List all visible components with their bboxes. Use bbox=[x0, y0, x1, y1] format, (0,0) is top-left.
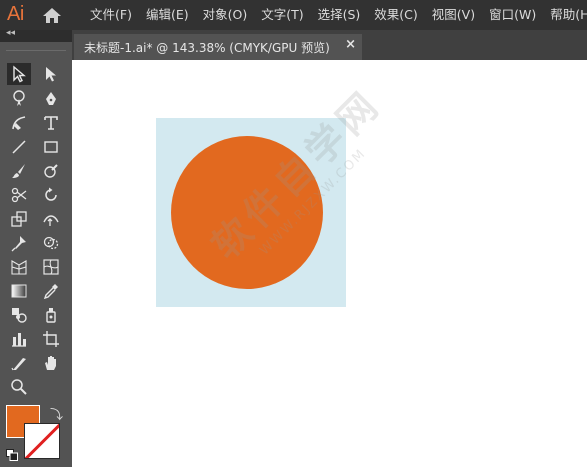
shape-builder-tool[interactable] bbox=[39, 232, 63, 254]
magic-wand-tool[interactable] bbox=[7, 88, 31, 110]
menu-object[interactable]: 对象(O) bbox=[203, 7, 248, 23]
perspective-grid-tool[interactable] bbox=[7, 256, 31, 278]
default-fill-stroke-icon[interactable] bbox=[6, 446, 18, 461]
app-logo: Ai bbox=[7, 3, 24, 25]
column-graph-tool[interactable] bbox=[7, 328, 31, 350]
selection-tool[interactable] bbox=[7, 63, 31, 85]
paintbrush-tool[interactable] bbox=[7, 160, 31, 182]
shaper-tool[interactable] bbox=[39, 160, 63, 182]
hand-tool[interactable] bbox=[39, 352, 63, 374]
collapse-icon[interactable]: ◂◂ bbox=[6, 28, 15, 38]
swap-fill-stroke-icon[interactable]: ⤵ bbox=[50, 404, 63, 423]
menu-edit[interactable]: 编辑(E) bbox=[146, 7, 189, 23]
artboard-tool[interactable] bbox=[39, 328, 63, 350]
canvas[interactable]: 软件自学网 WWW.RJZXW.COM bbox=[72, 60, 587, 467]
direct-selection-tool[interactable] bbox=[39, 63, 63, 85]
menu-window[interactable]: 窗口(W) bbox=[489, 7, 536, 23]
main-menu: 文件(F) 编辑(E) 对象(O) 文字(T) 选择(S) 效果(C) 视图(V… bbox=[90, 7, 587, 23]
puppet-warp-tool[interactable] bbox=[7, 232, 31, 254]
blend-tool[interactable] bbox=[7, 304, 31, 326]
document-tab[interactable]: 未标题-1.ai* @ 143.38% (CMYK/GPU 预览) × bbox=[74, 34, 362, 60]
eyedropper-tool[interactable] bbox=[39, 280, 63, 302]
symbol-sprayer-tool[interactable] bbox=[39, 304, 63, 326]
slice-tool[interactable] bbox=[7, 352, 31, 374]
rectangle-tool[interactable] bbox=[39, 136, 63, 158]
mesh-tool[interactable] bbox=[39, 256, 63, 278]
menu-file[interactable]: 文件(F) bbox=[90, 7, 132, 23]
curvature-tool[interactable] bbox=[7, 112, 31, 134]
close-icon[interactable]: × bbox=[345, 37, 356, 52]
menu-view[interactable]: 视图(V) bbox=[432, 7, 475, 23]
scale-tool[interactable] bbox=[7, 208, 31, 230]
menu-select[interactable]: 选择(S) bbox=[318, 7, 361, 23]
type-tool[interactable] bbox=[39, 112, 63, 134]
menu-help[interactable]: 帮助(H) bbox=[550, 7, 587, 23]
home-icon[interactable] bbox=[42, 7, 62, 24]
pen-tool[interactable] bbox=[39, 88, 63, 110]
orange-circle[interactable] bbox=[171, 136, 323, 289]
gradient-tool[interactable] bbox=[7, 280, 31, 302]
width-tool[interactable] bbox=[39, 208, 63, 230]
tools-panel: ◂◂ bbox=[0, 28, 72, 467]
scissors-tool[interactable] bbox=[7, 184, 31, 206]
menu-type[interactable]: 文字(T) bbox=[261, 7, 303, 23]
menu-effect[interactable]: 效果(C) bbox=[374, 7, 417, 23]
panel-collapse-bar[interactable]: ◂◂ bbox=[0, 28, 72, 42]
panel-divider bbox=[6, 50, 66, 51]
menu-bar: Ai 文件(F) 编辑(E) 对象(O) 文字(T) 选择(S) 效果(C) 视… bbox=[0, 0, 587, 30]
stroke-swatch-none[interactable] bbox=[24, 423, 60, 459]
zoom-tool[interactable] bbox=[7, 376, 31, 398]
document-tab-title: 未标题-1.ai* @ 143.38% (CMYK/GPU 预览) bbox=[84, 41, 330, 55]
document-tab-bar: 未标题-1.ai* @ 143.38% (CMYK/GPU 预览) × bbox=[72, 30, 587, 60]
rotate-tool[interactable] bbox=[39, 184, 63, 206]
line-segment-tool[interactable] bbox=[7, 136, 31, 158]
